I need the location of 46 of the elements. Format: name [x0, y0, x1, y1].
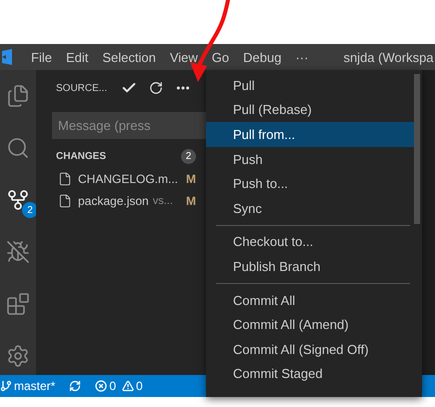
menu-bar-item[interactable]: ··· [288, 50, 316, 64]
blocks-icon[interactable] [6, 292, 30, 316]
menu-item[interactable]: Sync [206, 196, 416, 221]
menu-bar-item[interactable]: File [24, 50, 59, 64]
menu-item[interactable]: Pull from... [206, 122, 416, 147]
files-icon[interactable] [6, 84, 30, 108]
menu-item[interactable]: Commit Staged [206, 362, 416, 386]
file-name[interactable]: CHANGELOG.m... [78, 172, 178, 186]
refresh-icon[interactable] [149, 81, 164, 95]
sync-icon[interactable] [69, 380, 82, 392]
menu-item[interactable]: Pull [206, 73, 416, 98]
menu-bar-item[interactable]: Debug [236, 50, 288, 64]
menu-item[interactable]: Commit All [206, 288, 416, 312]
section-title: CHANGES [56, 151, 106, 162]
status-letter: M [186, 194, 196, 208]
menu-item[interactable]: Push [206, 146, 416, 172]
menu-item[interactable]: Commit All (Signed Off) [206, 336, 416, 362]
error-count[interactable]: 0 [109, 379, 116, 393]
menu-bar-item[interactable]: View [162, 50, 205, 64]
warning-count[interactable]: 0 [136, 379, 143, 393]
file-path: vs... [152, 195, 173, 207]
settings-icon[interactable] [6, 344, 30, 368]
scrollbar[interactable] [414, 74, 420, 224]
bug-icon[interactable] [6, 240, 30, 264]
window-title: snjda (Workspa [343, 50, 434, 64]
menu-item[interactable]: Publish Branch [206, 254, 416, 279]
branch-name[interactable]: master* [14, 379, 56, 393]
app-logo-icon [0, 49, 12, 65]
menu-item[interactable]: Push to... [206, 171, 416, 196]
count-badge: 2 [181, 149, 196, 164]
count-badge: 2 [22, 202, 36, 218]
menu-item[interactable]: Checkout to... [206, 230, 416, 254]
file-name[interactable]: package.json [78, 194, 149, 208]
search-icon[interactable] [6, 136, 30, 160]
panel-title: SOURCE... [56, 82, 108, 94]
file-icon [58, 194, 72, 208]
menu-bar-item[interactable]: Edit [58, 50, 96, 64]
status-letter: M [186, 172, 196, 186]
menu-item[interactable]: Pull (Rebase) [206, 98, 416, 122]
menu-item[interactable]: Commit All (Amend) [206, 312, 416, 337]
message-field[interactable]: Message (press [52, 112, 206, 139]
warning-icon[interactable] [122, 380, 134, 392]
error-icon[interactable] [95, 380, 108, 392]
file-icon [58, 172, 72, 186]
menu-bar-item[interactable]: Go [204, 50, 236, 64]
menu-bar-item[interactable]: Selection [95, 50, 163, 64]
